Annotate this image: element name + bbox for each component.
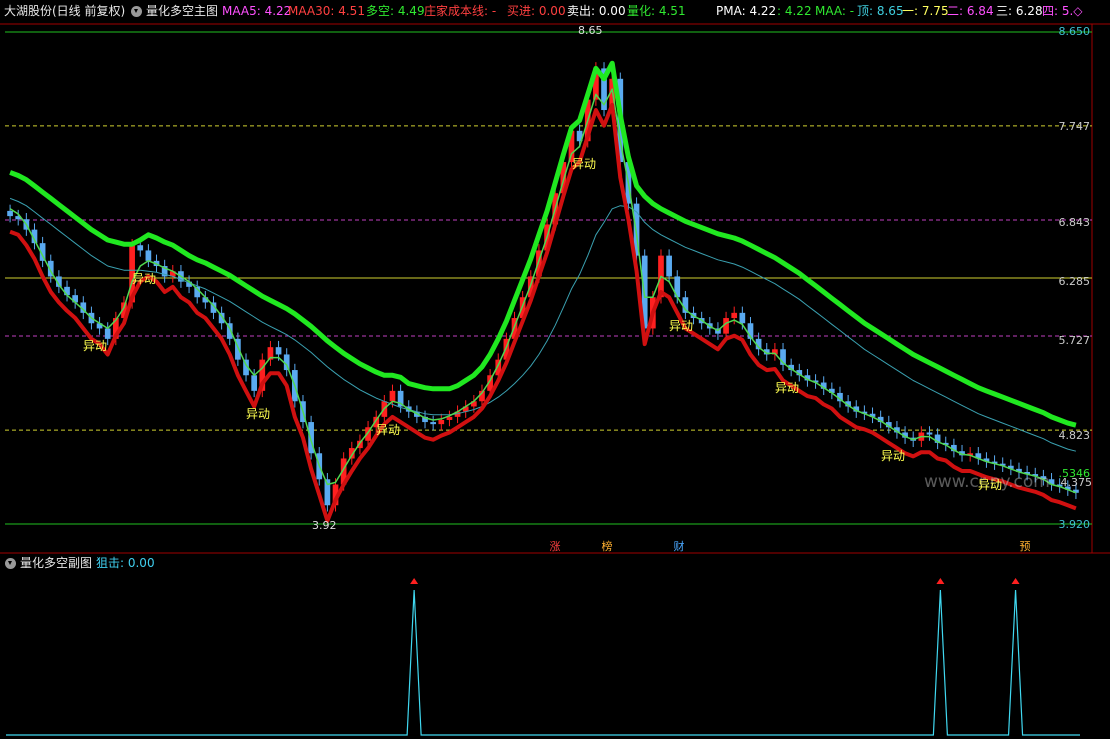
- y-label-5727: 5.727: [1058, 334, 1091, 347]
- low-label: 3.92: [312, 519, 337, 532]
- y-label-6285: 6.285: [1058, 275, 1091, 288]
- sniper-value: 狙击: 0.00: [96, 556, 155, 570]
- candle-body: [666, 255, 672, 277]
- high-label: 8.65: [578, 24, 603, 37]
- yidong-label: 异动: [132, 272, 157, 286]
- candle-body: [251, 375, 258, 391]
- yidong-label: 异动: [83, 339, 108, 353]
- candle-body: [275, 347, 282, 355]
- sniper-subchart: [6, 578, 1080, 736]
- event-cai-icon[interactable]: 财: [672, 540, 686, 554]
- event-bang-icon[interactable]: 榜: [600, 540, 614, 554]
- sub-indicator-dropdown-icon[interactable]: [5, 558, 16, 569]
- sub-chart-header: 量化多空副图 狙击: 0.00: [0, 554, 1110, 574]
- sniper-arrow-icon: [1011, 578, 1020, 584]
- yidong-label: 异动: [775, 381, 800, 395]
- chart-canvas[interactable]: [0, 0, 1110, 739]
- yidong-label: 异动: [376, 423, 401, 437]
- yidong-label: 异动: [978, 478, 1003, 492]
- y-label-3920: 3.920: [1058, 518, 1091, 531]
- candle-body: [926, 432, 933, 435]
- candle-body: [438, 419, 445, 425]
- indicator-lines: [9, 60, 1077, 523]
- candle-body: [64, 286, 70, 296]
- candle-body: [430, 422, 437, 425]
- candle-body: [389, 390, 396, 402]
- y-label-6843: 6.843: [1058, 216, 1091, 229]
- sniper-arrow-icon: [936, 578, 945, 584]
- candle-body: [7, 210, 13, 217]
- duokong-lower-line: [9, 102, 1077, 523]
- maa30-line: [9, 197, 1077, 452]
- candles-group: [7, 62, 1079, 512]
- event-yu-icon[interactable]: 预: [1018, 540, 1032, 554]
- candle-body: [739, 312, 746, 324]
- y-label-4823: 4.823: [1058, 429, 1091, 442]
- duokong-upper-line: [9, 60, 1077, 428]
- candle-body: [731, 312, 738, 319]
- candle-body: [145, 250, 152, 261]
- event-zhang-icon[interactable]: 涨: [548, 540, 562, 554]
- sniper-line: [6, 589, 1080, 736]
- y-label-8650: 8.650: [1058, 25, 1091, 38]
- yidong-label: 异动: [669, 319, 694, 333]
- maa5-line: [9, 88, 1077, 494]
- sniper-arrow-icon: [410, 578, 419, 584]
- yidong-label: 异动: [246, 407, 271, 421]
- candle-body: [137, 245, 144, 251]
- sub-indicator-title[interactable]: 量化多空副图: [20, 556, 92, 570]
- yidong-label: 异动: [881, 449, 906, 463]
- yidong-label: 异动: [572, 157, 597, 171]
- y-label-7747: 7.747: [1058, 120, 1091, 133]
